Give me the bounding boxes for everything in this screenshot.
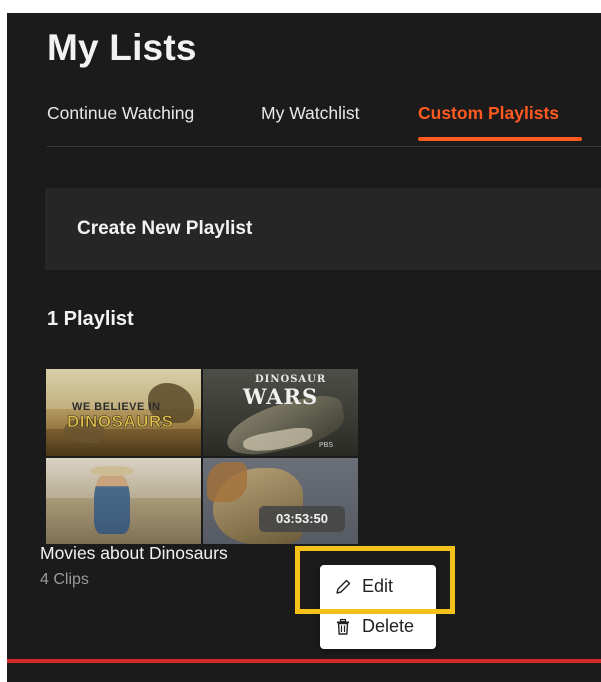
playlist-card[interactable]: WE BELIEVE IN DINOSAURS DINOSAUR WARS PB… xyxy=(46,369,358,544)
thumbnail-text: WARS xyxy=(243,384,319,409)
person-figure xyxy=(94,470,130,534)
menu-item-delete[interactable]: Delete xyxy=(320,607,436,647)
trash-icon xyxy=(337,618,349,635)
page-title: My Lists xyxy=(47,27,197,68)
screenshot-frame: My Lists Continue Watching My Watchlist … xyxy=(0,0,601,682)
thumbnail-dinosaur-wars: DINOSAUR WARS PBS xyxy=(203,369,358,456)
more-options-button[interactable]: ••• xyxy=(316,540,346,556)
create-playlist-button[interactable]: Create New Playlist xyxy=(45,188,601,270)
hat xyxy=(90,466,134,476)
thumbnail-paleontologist xyxy=(46,458,201,544)
menu-item-label: Delete xyxy=(362,616,415,636)
tab-custom-playlists[interactable]: Custom Playlists xyxy=(418,104,559,123)
tab-continue-watching[interactable]: Continue Watching xyxy=(47,104,194,123)
duration-badge: 03:53:50 xyxy=(259,506,345,532)
app-window: My Lists Continue Watching My Watchlist … xyxy=(7,13,601,682)
playlist-count-heading: 1 Playlist xyxy=(47,308,134,330)
menu-item-label: Edit xyxy=(362,576,394,596)
playlist-context-menu: Edit Delete xyxy=(320,565,436,649)
playlist-clip-count: 4 Clips xyxy=(40,571,89,588)
pbs-logo: PBS xyxy=(319,442,334,449)
bottom-accent-bar xyxy=(7,659,601,663)
tab-my-watchlist[interactable]: My Watchlist xyxy=(261,104,360,123)
thumbnail-text: DINOSAURS xyxy=(67,412,174,431)
thumbnail-we-believe-in-dinosaurs: WE BELIEVE IN DINOSAURS xyxy=(46,369,201,456)
menu-item-edit[interactable]: Edit xyxy=(320,567,436,607)
active-tab-underline xyxy=(418,137,582,141)
tabs-divider xyxy=(47,146,601,147)
pencil-icon xyxy=(336,579,351,594)
tab-bar: Continue Watching My Watchlist Custom Pl… xyxy=(47,104,601,145)
playlist-title[interactable]: Movies about Dinosaurs xyxy=(40,544,228,563)
thumbnail-stegosaurus: 03:53:50 xyxy=(203,458,358,544)
create-playlist-label: Create New Playlist xyxy=(77,218,253,239)
